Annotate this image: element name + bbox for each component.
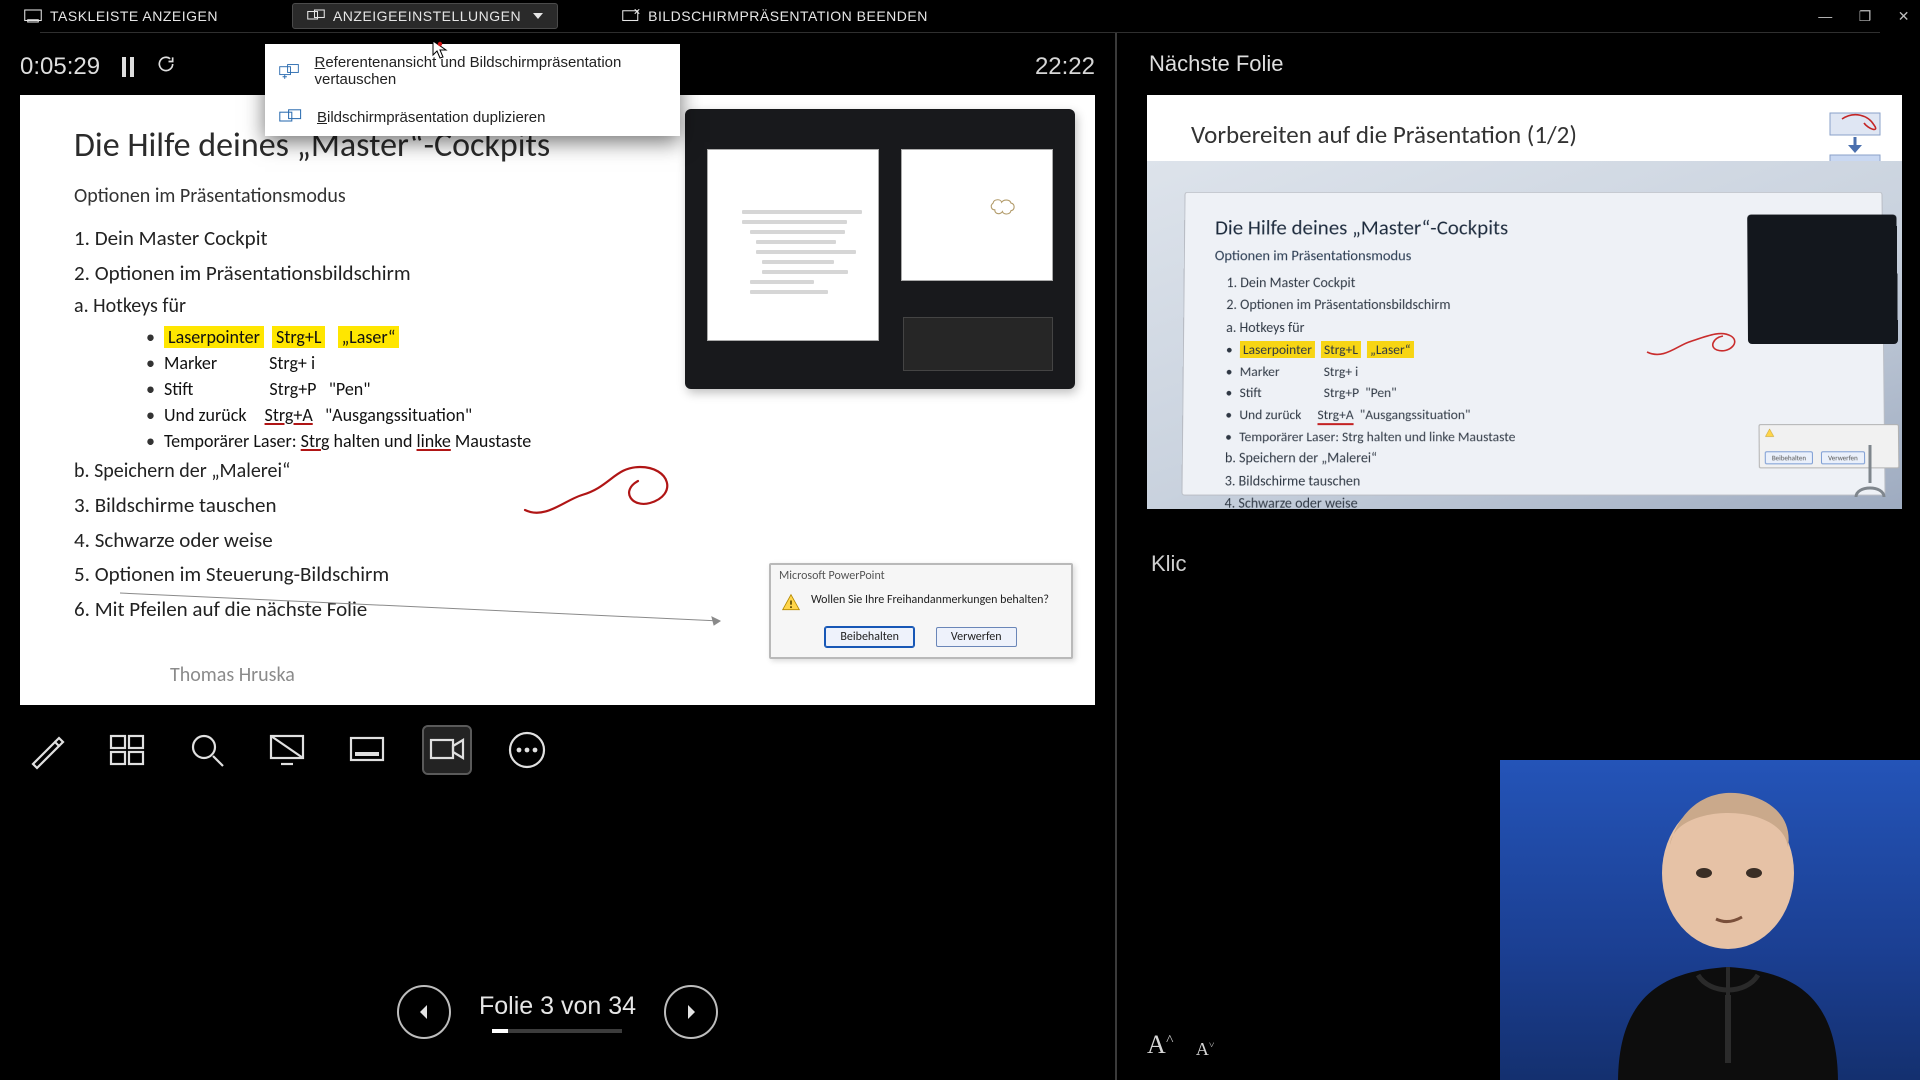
warning-icon [781, 593, 801, 613]
presenter-tools [0, 705, 1115, 795]
display-settings-label: ANZEIGEEINSTELLUNGEN [333, 8, 521, 24]
brain-icon [988, 196, 1022, 222]
black-screen-button[interactable] [264, 727, 310, 773]
monitor-stand-icon [1850, 443, 1890, 499]
cockpit-screenshot [685, 109, 1075, 389]
zoom-tool-button[interactable] [184, 727, 230, 773]
mouse-cursor-icon [432, 40, 448, 65]
minimize-button[interactable]: — [1818, 8, 1833, 25]
next-slide-preview[interactable]: Vorbereiten auf die Präsentation (1/2) 1… [1147, 95, 1902, 509]
elapsed-time: 0:05:29 [20, 53, 100, 81]
dialog-title: Microsoft PowerPoint [771, 565, 1071, 587]
duplicate-slideshow-label: Bildschirmpräsentation duplizieren [317, 109, 545, 126]
display-settings-button[interactable]: ANZEIGEEINSTELLUNGEN [292, 3, 558, 29]
end-show-icon [622, 9, 640, 23]
presenter-silhouette [1578, 763, 1878, 1080]
chevron-down-icon [533, 13, 543, 19]
swap-presenter-view-label: Referentenansicht und Bildschirmpräsenta… [314, 54, 666, 88]
next-slide-button[interactable] [664, 985, 718, 1039]
slide-item: 4. Schwarze oder weise [74, 524, 1059, 557]
next-slide-heading: Nächste Folie [1149, 51, 1902, 77]
decrease-font-button[interactable]: A˅ [1196, 1039, 1215, 1060]
restore-button[interactable]: ❐ [1859, 8, 1872, 25]
swap-presenter-view-item[interactable]: Referentenansicht und Bildschirmpräsenta… [265, 44, 680, 98]
monitors-icon [307, 9, 325, 23]
pause-timer-button[interactable] [122, 57, 134, 77]
webcam-feed[interactable] [1500, 760, 1920, 1080]
slide-nav: Folie 3 von 34 [0, 985, 1115, 1039]
slide-bullet: Und zurückStrg+A "Ausgangssituation" [146, 402, 1059, 428]
increase-font-button[interactable]: A˄ [1147, 1030, 1174, 1060]
presenter-topbar: TASKLEISTE ANZEIGEN ANZEIGEEINSTELLUNGEN… [0, 0, 1920, 32]
annotation-leader-line [120, 587, 750, 627]
projected-slide-photo: Die Hilfe deines „Master“-Cockpits Optio… [1147, 161, 1902, 509]
display-settings-dropdown: Referentenansicht und Bildschirmpräsenta… [265, 44, 680, 136]
notes-area[interactable]: Klic [1151, 551, 1902, 577]
window-controls: — ❐ ✕ [1818, 8, 1910, 25]
prev-slide-button[interactable] [397, 985, 451, 1039]
current-time: 22:22 [1035, 53, 1095, 81]
end-slideshow-button[interactable]: BILDSCHIRMPRÄSENTATION BEENDEN [608, 4, 942, 28]
current-slide[interactable]: Die Hilfe deines „Master“-Cockpits Optio… [20, 95, 1095, 705]
next-slide-title: Vorbereiten auf die Präsentation (1/2) [1191, 119, 1880, 150]
keep-ink-button[interactable]: Beibehalten [825, 627, 914, 647]
current-slide-pane: 0:05:29 22:22 Die Hilfe deines „Master“-… [0, 33, 1115, 1080]
more-options-button[interactable] [504, 727, 550, 773]
show-taskbar-label: TASKLEISTE ANZEIGEN [50, 8, 218, 24]
ink-save-dialog: Microsoft PowerPoint Wollen Sie Ihre Fre… [769, 563, 1073, 659]
taskbar-icon [24, 9, 42, 23]
slide-counter: Folie 3 von 34 [479, 992, 636, 1021]
next-slide-pane: Nächste Folie Vorbereiten auf die Präsen… [1115, 33, 1920, 1080]
duplicate-monitors-icon [279, 108, 303, 126]
see-all-slides-button[interactable] [104, 727, 150, 773]
red-scribble [520, 455, 690, 525]
dialog-message: Wollen Sie Ihre Freihandanmerkungen beha… [811, 593, 1049, 607]
end-slideshow-label: BILDSCHIRMPRÄSENTATION BEENDEN [648, 8, 928, 24]
subtitle-toggle-button[interactable] [344, 727, 390, 773]
presenter-main: 0:05:29 22:22 Die Hilfe deines „Master“-… [0, 33, 1920, 1080]
show-taskbar-button[interactable]: TASKLEISTE ANZEIGEN [10, 4, 232, 28]
slide-progress [492, 1029, 622, 1033]
mini-cockpit-thumb [1747, 215, 1898, 344]
reset-timer-button[interactable] [156, 53, 176, 81]
duplicate-slideshow-item[interactable]: Bildschirmpräsentation duplizieren [265, 98, 680, 136]
camera-toggle-button[interactable] [424, 727, 470, 773]
timer-controls [122, 53, 176, 81]
slide-author: Thomas Hruska [170, 663, 295, 687]
discard-ink-button[interactable]: Verwerfen [936, 627, 1017, 647]
notes-font-controls: A˄ A˅ [1147, 1030, 1214, 1060]
slide-bullet: Temporärer Laser: Strg halten und linke … [146, 428, 1059, 454]
swap-monitors-icon [279, 62, 300, 80]
pen-tool-button[interactable] [24, 727, 70, 773]
close-button[interactable]: ✕ [1898, 8, 1910, 25]
